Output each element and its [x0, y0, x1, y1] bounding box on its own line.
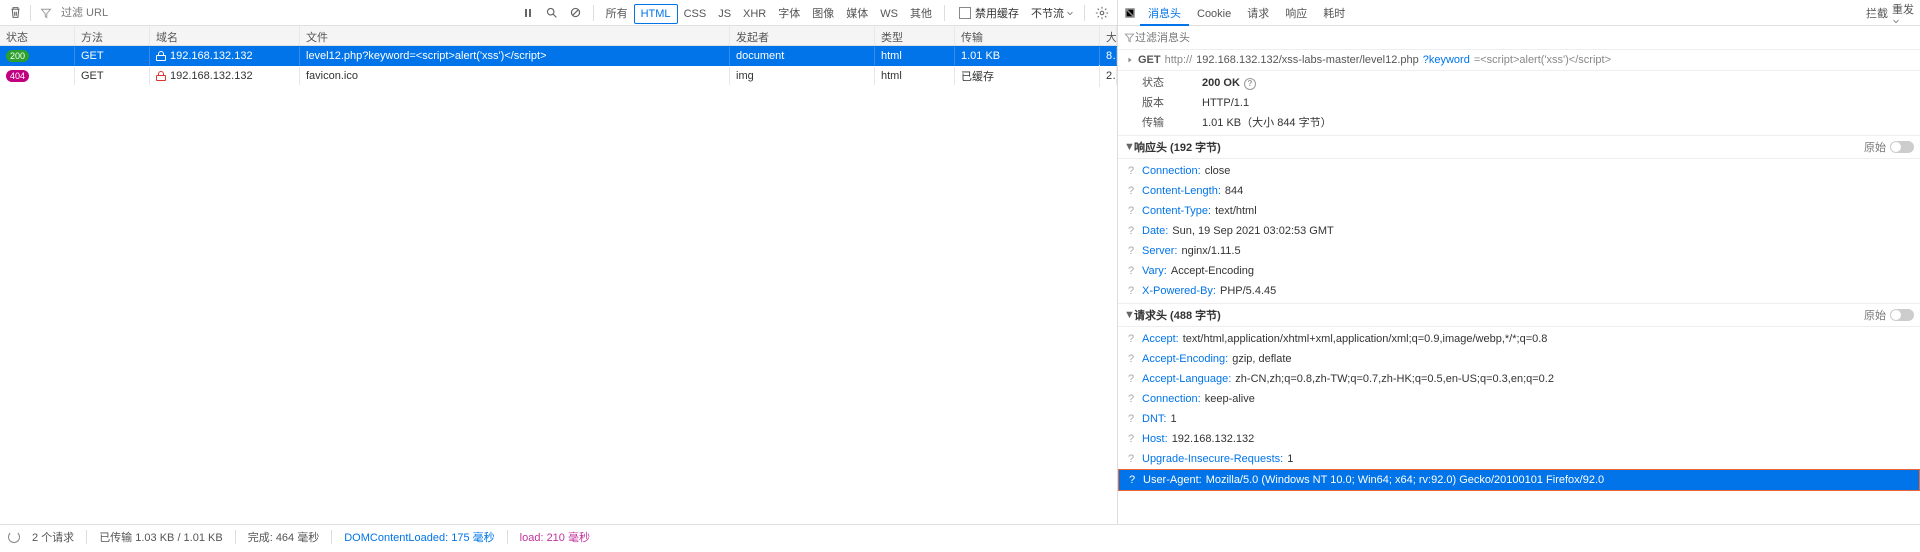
filter-tab-CSS[interactable]: CSS [678, 5, 713, 23]
filter-headers-icon[interactable] [1124, 32, 1135, 43]
filter-tab-所有[interactable]: 所有 [600, 5, 634, 23]
header-row[interactable]: ?Content-Type:text/html [1118, 201, 1920, 221]
close-detail-icon[interactable] [1124, 7, 1136, 19]
header-row[interactable]: ?Vary:Accept-Encoding [1118, 261, 1920, 281]
filter-icon[interactable] [35, 2, 57, 24]
header-row[interactable]: ?Upgrade-Insecure-Requests:1 [1118, 449, 1920, 469]
col-method[interactable]: 方法 [75, 26, 150, 45]
table-header: 状态 方法 域名 文件 发起者 类型 传输 大小 [0, 26, 1117, 46]
block-button[interactable]: 拦截 [1866, 5, 1888, 21]
col-size[interactable]: 大小 [1100, 26, 1117, 45]
table-row[interactable]: 404GET192.168.132.132favicon.icoimghtml已… [0, 66, 1117, 86]
header-row[interactable]: ?X-Powered-By:PHP/5.4.45 [1118, 281, 1920, 301]
filter-tab-HTML[interactable]: HTML [634, 4, 678, 24]
col-initiator[interactable]: 发起者 [730, 26, 875, 45]
response-headers-section[interactable]: ▼响应头 (192 字节) 原始 [1118, 135, 1920, 159]
col-file[interactable]: 文件 [300, 26, 730, 45]
col-status[interactable]: 状态 [0, 26, 75, 45]
filter-tab-JS[interactable]: JS [712, 5, 737, 23]
throttle-select[interactable]: 不节流 [1027, 4, 1078, 22]
search-icon[interactable] [541, 2, 563, 24]
detail-tab-1[interactable]: Cookie [1189, 4, 1239, 24]
detail-tab-2[interactable]: 请求 [1239, 4, 1277, 24]
filter-tab-媒体[interactable]: 媒体 [840, 5, 874, 23]
header-row[interactable]: ?Accept-Encoding:gzip, deflate [1118, 349, 1920, 369]
spinner-icon [8, 531, 20, 543]
resend-button[interactable]: 重发 [1892, 1, 1914, 25]
table-row[interactable]: 200GET192.168.132.132level12.php?keyword… [0, 46, 1117, 66]
trash-icon[interactable] [4, 2, 26, 24]
lock-icon [156, 71, 166, 81]
settings-icon[interactable] [1091, 2, 1113, 24]
filter-url-input[interactable] [57, 5, 517, 21]
col-type[interactable]: 类型 [875, 26, 955, 45]
filter-headers-input[interactable] [1135, 32, 1914, 44]
load-time: load: 210 毫秒 [520, 529, 590, 545]
header-row[interactable]: ?Content-Length:844 [1118, 181, 1920, 201]
detail-tabs: 消息头Cookie请求响应耗时 拦截 重发 [1118, 0, 1920, 26]
detail-tab-3[interactable]: 响应 [1277, 4, 1315, 24]
filter-tab-图像[interactable]: 图像 [806, 5, 840, 23]
request-headers-section[interactable]: ▼请求头 (488 字节) 原始 [1118, 303, 1920, 327]
header-row[interactable]: ?Connection:close [1118, 161, 1920, 181]
header-row[interactable]: ?User-Agent:Mozilla/5.0 (Windows NT 10.0… [1118, 469, 1920, 491]
disable-cache-checkbox[interactable]: 禁用缓存 [959, 5, 1019, 21]
dom-loaded-time: DOMContentLoaded: 175 毫秒 [344, 529, 494, 545]
detail-tab-0[interactable]: 消息头 [1140, 4, 1189, 26]
detail-tab-4[interactable]: 耗时 [1315, 4, 1353, 24]
filter-tab-WS[interactable]: WS [874, 5, 904, 23]
header-row[interactable]: ?Date:Sun, 19 Sep 2021 03:02:53 GMT [1118, 221, 1920, 241]
request-count: 2 个请求 [32, 529, 74, 545]
network-toolbar: 所有HTMLCSSJSXHR字体图像媒体WS其他 禁用缓存 不节流 [0, 0, 1117, 26]
status-bar: 2 个请求 已传输 1.03 KB / 1.01 KB 完成: 464 毫秒 D… [0, 524, 1920, 548]
header-row[interactable]: ?Host:192.168.132.132 [1118, 429, 1920, 449]
request-table: 200GET192.168.132.132level12.php?keyword… [0, 46, 1117, 524]
header-row[interactable]: ?DNT:1 [1118, 409, 1920, 429]
header-row[interactable]: ?Accept:text/html,application/xhtml+xml,… [1118, 329, 1920, 349]
request-url[interactable]: GET http://192.168.132.132/xss-labs-mast… [1118, 50, 1920, 71]
raw-toggle[interactable] [1890, 141, 1914, 153]
finish-time: 完成: 464 毫秒 [248, 529, 320, 545]
filter-tab-字体[interactable]: 字体 [772, 5, 806, 23]
header-row[interactable]: ?Accept-Language:zh-CN,zh;q=0.8,zh-TW;q=… [1118, 369, 1920, 389]
raw-toggle[interactable] [1890, 309, 1914, 321]
header-row[interactable]: ?Server:nginx/1.11.5 [1118, 241, 1920, 261]
filter-tab-XHR[interactable]: XHR [737, 5, 772, 23]
col-domain[interactable]: 域名 [150, 26, 300, 45]
transferred-size: 已传输 1.03 KB / 1.01 KB [99, 529, 223, 545]
block-icon[interactable] [565, 2, 587, 24]
filter-tab-其他[interactable]: 其他 [904, 5, 938, 23]
col-transferred[interactable]: 传输 [955, 26, 1100, 45]
lock-icon [156, 51, 166, 61]
header-row[interactable]: ?Connection:keep-alive [1118, 389, 1920, 409]
pause-icon[interactable] [517, 2, 539, 24]
